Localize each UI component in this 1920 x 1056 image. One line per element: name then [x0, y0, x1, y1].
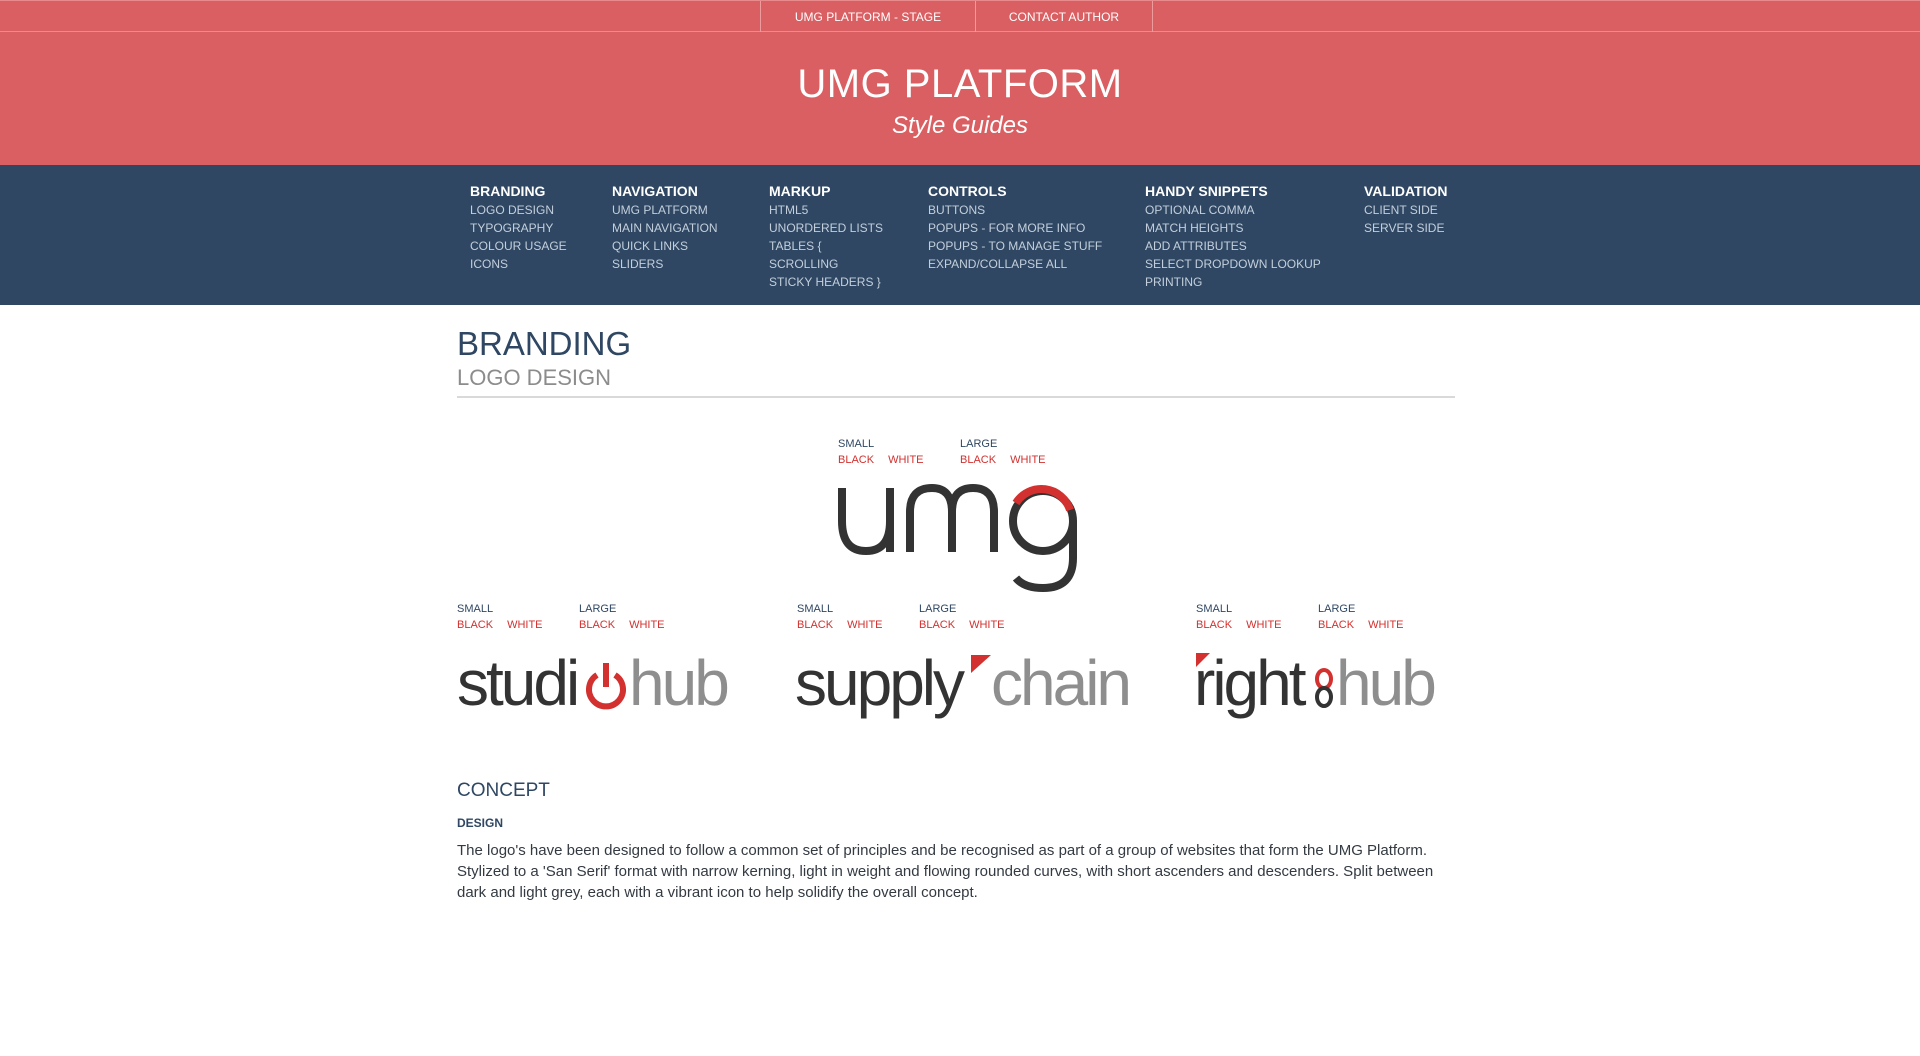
umg-logo: [838, 483, 1077, 592]
site-header: UMG PLATFORM Style Guides: [0, 32, 1920, 165]
small-label: SMALL: [797, 603, 834, 615]
nav-heading-navigation[interactable]: NAVIGATION: [612, 181, 718, 201]
g-icon: [1012, 485, 1074, 512]
nav-heading-markup[interactable]: MARKUP: [769, 181, 883, 201]
supplychain-large-white-link[interactable]: WHITE: [969, 619, 1004, 631]
chain-link-icon: [1315, 668, 1333, 708]
nav-column-handy-snippets: HANDY SNIPPETS OPTIONAL COMMA MATCH HEIG…: [1145, 181, 1321, 291]
nav-heading-validation[interactable]: VALIDATION: [1364, 181, 1447, 201]
small-label: SMALL: [457, 603, 494, 615]
rightshub-large-group: LARGE BLACK WHITE: [1318, 601, 1418, 633]
large-label: LARGE: [1318, 603, 1356, 615]
top-bar: UMG PLATFORM - STAGE CONTACT AUTHOR: [0, 0, 1920, 33]
nav-item-popups-more-info[interactable]: POPUPS - FOR MORE INFO: [928, 219, 1102, 237]
supplychain-large-group: LARGE BLACK WHITE: [919, 601, 1019, 633]
umg-u-letter: [838, 488, 894, 556]
umg-large-group: LARGE BLACK WHITE: [960, 436, 1060, 468]
nav-item-main-navigation[interactable]: MAIN NAVIGATION: [612, 219, 718, 237]
studiohub-small-group: SMALL BLACK WHITE: [457, 601, 557, 633]
supplychain-small-white-link[interactable]: WHITE: [847, 619, 882, 631]
studiohub-light-text: hub: [629, 647, 727, 719]
nav-item-quick-links[interactable]: QUICK LINKS: [612, 237, 718, 255]
concept-title: CONCEPT: [457, 780, 550, 801]
nav-item-client-side[interactable]: CLIENT SIDE: [1364, 201, 1447, 219]
supplychain-small-group: SMALL BLACK WHITE: [797, 601, 897, 633]
top-link-contact-author[interactable]: CONTACT AUTHOR: [976, 1, 1153, 33]
nav-item-scrolling[interactable]: SCROLLING: [769, 255, 883, 273]
rightshub-small-group: SMALL BLACK WHITE: [1196, 601, 1296, 633]
studiohub-small-black-link[interactable]: BLACK: [457, 619, 493, 631]
nav-item-logo-design[interactable]: LOGO DESIGN: [470, 201, 567, 219]
studiohub-logo: studi hub: [457, 647, 730, 719]
nav-item-optional-comma[interactable]: OPTIONAL COMMA: [1145, 201, 1321, 219]
nav-column-navigation: NAVIGATION UMG PLATFORM MAIN NAVIGATION …: [612, 181, 718, 273]
studiohub-large-black-link[interactable]: BLACK: [579, 619, 615, 631]
umg-large-black-link[interactable]: BLACK: [960, 454, 996, 466]
power-icon: [586, 663, 626, 710]
supplychain-small-black-link[interactable]: BLACK: [797, 619, 833, 631]
nav-item-sliders[interactable]: SLIDERS: [612, 255, 718, 273]
nav-item-select-dropdown-lookup[interactable]: SELECT DROPDOWN LOOKUP: [1145, 255, 1321, 273]
small-label: SMALL: [1196, 603, 1233, 615]
nav-item-unordered-lists[interactable]: UNORDERED LISTS: [769, 219, 883, 237]
design-description: The logo's have been designed to follow …: [457, 842, 1434, 901]
supplychain-light-text: chain: [991, 647, 1129, 719]
studiohub-small-white-link[interactable]: WHITE: [507, 619, 542, 631]
umg-small-white-link[interactable]: WHITE: [888, 454, 923, 466]
nav-item-tables[interactable]: TABLES {: [769, 237, 883, 255]
site-subtitle: Style Guides: [891, 112, 1029, 139]
studiohub-large-white-link[interactable]: WHITE: [629, 619, 664, 631]
nav-item-typography[interactable]: TYPOGRAPHY: [470, 219, 567, 237]
nav-heading-controls[interactable]: CONTROLS: [928, 181, 1102, 201]
large-label: LARGE: [579, 603, 617, 615]
rightshub-logo: right hub: [1194, 647, 1437, 719]
nav-heading-handy-snippets[interactable]: HANDY SNIPPETS: [1145, 181, 1321, 201]
nav-item-html5[interactable]: HTML5: [769, 201, 883, 219]
supplychain-large-black-link[interactable]: BLACK: [919, 619, 955, 631]
top-link-umg-platform-stage[interactable]: UMG PLATFORM - STAGE: [761, 1, 976, 33]
nav-item-match-heights[interactable]: MATCH HEIGHTS: [1145, 219, 1321, 237]
studiohub-large-group: LARGE BLACK WHITE: [579, 601, 679, 633]
umg-small-group: SMALL BLACK WHITE: [838, 436, 938, 468]
small-label: SMALL: [838, 438, 875, 450]
nav-item-server-side[interactable]: SERVER SIDE: [1364, 219, 1447, 237]
rightshub-large-white-link[interactable]: WHITE: [1368, 619, 1403, 631]
nav-item-umg-platform[interactable]: UMG PLATFORM: [612, 201, 718, 219]
design-label: DESIGN: [457, 816, 504, 830]
nav-item-sticky-headers[interactable]: STICKY HEADERS }: [769, 273, 883, 291]
rightshub-dark-text: right: [1194, 647, 1307, 719]
rightshub-large-black-link[interactable]: BLACK: [1318, 619, 1354, 631]
rightshub-small-white-link[interactable]: WHITE: [1246, 619, 1281, 631]
studiohub-dark-text: studi: [457, 647, 577, 719]
rightshub-small-black-link[interactable]: BLACK: [1196, 619, 1232, 631]
nav-column-controls: CONTROLS BUTTONS POPUPS - FOR MORE INFO …: [928, 181, 1102, 273]
nav-item-buttons[interactable]: BUTTONS: [928, 201, 1102, 219]
large-label: LARGE: [919, 603, 957, 615]
nav-column-validation: VALIDATION CLIENT SIDE SERVER SIDE: [1364, 181, 1447, 237]
nav-item-icons[interactable]: ICONS: [470, 255, 567, 273]
umg-large-white-link[interactable]: WHITE: [1010, 454, 1045, 466]
umg-m-letter: [906, 483, 998, 552]
nav-item-expand-collapse-all[interactable]: EXPAND/COLLAPSE ALL: [928, 255, 1102, 273]
umg-small-black-link[interactable]: BLACK: [838, 454, 874, 466]
site-title[interactable]: UMG PLATFORM: [0, 62, 1920, 107]
page-subtitle: LOGO DESIGN: [457, 365, 612, 390]
triangle-icon: [971, 655, 991, 673]
nav-item-add-attributes[interactable]: ADD ATTRIBUTES: [1145, 237, 1321, 255]
nav-heading-branding[interactable]: BRANDING: [470, 181, 567, 201]
mega-nav: BRANDING LOGO DESIGN TYPOGRAPHY COLOUR U…: [0, 165, 1920, 305]
nav-column-markup: MARKUP HTML5 UNORDERED LISTS TABLES { SC…: [769, 181, 883, 291]
nav-column-branding: BRANDING LOGO DESIGN TYPOGRAPHY COLOUR U…: [470, 181, 567, 273]
supplychain-dark-text: supply: [795, 647, 965, 719]
nav-item-colour-usage[interactable]: COLOUR USAGE: [470, 237, 567, 255]
nav-item-popups-manage-stuff[interactable]: POPUPS - TO MANAGE STUFF: [928, 237, 1102, 255]
top-links: UMG PLATFORM - STAGE CONTACT AUTHOR: [760, 1, 1153, 33]
nav-item-printing[interactable]: PRINTING: [1145, 273, 1321, 291]
rightshub-light-text: hub: [1336, 647, 1434, 719]
supplychain-logo: supply chain: [795, 647, 1132, 719]
page-title: BRANDING: [457, 325, 632, 362]
large-label: LARGE: [960, 438, 998, 450]
title-divider: [457, 396, 1455, 398]
